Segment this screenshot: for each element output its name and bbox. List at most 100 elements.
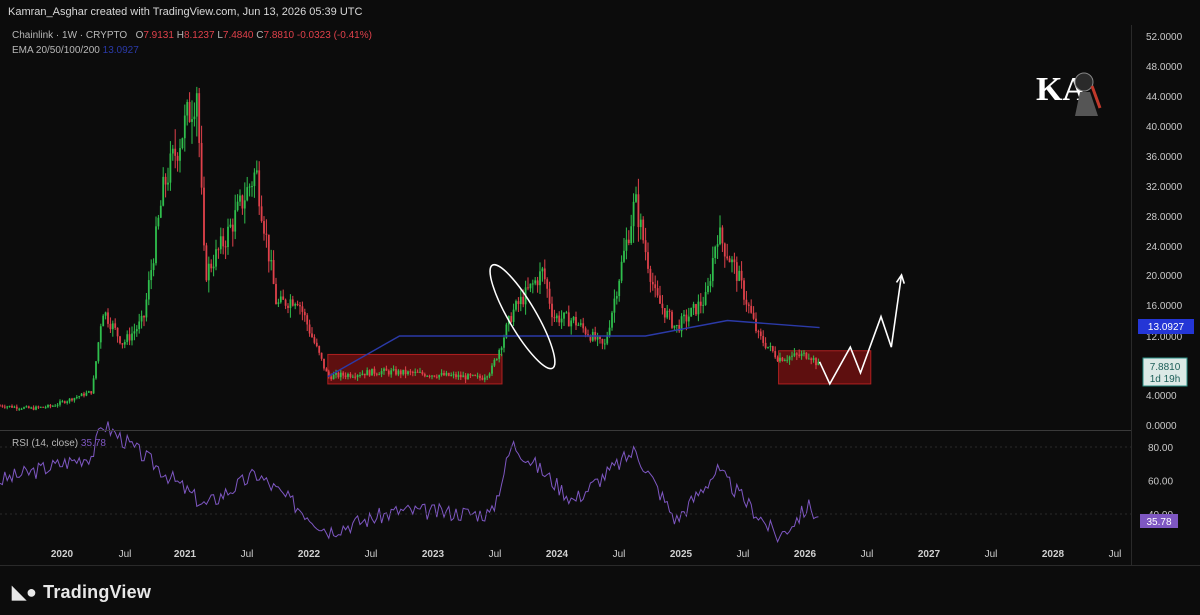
candle-body xyxy=(738,270,741,281)
candle-body xyxy=(515,301,517,310)
candle-body xyxy=(728,258,731,263)
symbol-legend[interactable]: Chainlink · 1W · CRYPTO O7.9131 H8.1237 … xyxy=(12,30,372,41)
candle-body xyxy=(265,233,268,235)
candle-body xyxy=(380,371,383,375)
candle-body xyxy=(503,337,505,348)
candle-body xyxy=(78,396,81,398)
candle-body xyxy=(767,346,769,348)
candle-body xyxy=(577,324,580,326)
tradingview-logo[interactable]: ◣● TradingView xyxy=(12,582,151,603)
time-tick-label: Jul xyxy=(119,549,132,560)
candle-body xyxy=(6,406,9,408)
candle-body xyxy=(311,333,313,338)
candle-body xyxy=(32,407,35,410)
candle-body xyxy=(529,283,532,289)
candle-body xyxy=(414,371,417,373)
candle-body xyxy=(582,323,585,329)
candle-body xyxy=(752,312,755,319)
candle-body xyxy=(356,375,359,378)
candle-body xyxy=(80,393,83,397)
candle-body xyxy=(217,249,220,251)
candle-body xyxy=(325,368,328,372)
candle-body xyxy=(416,371,419,373)
candle-body xyxy=(714,246,717,259)
candle-body xyxy=(740,270,743,281)
candle-body xyxy=(330,376,333,380)
candle-body xyxy=(140,315,143,322)
ema-legend[interactable]: EMA 20/50/100/200 13.0927 xyxy=(12,45,139,56)
candle-body xyxy=(397,370,400,375)
candle-body xyxy=(438,374,441,378)
candle-body xyxy=(567,312,570,327)
candle-body xyxy=(771,346,774,352)
candle-body xyxy=(733,259,736,263)
candle-body xyxy=(639,219,642,228)
price-chart[interactable]: 52.0000 48.0000 44.0000 40.0000 36.0000 32.00… xyxy=(0,0,1200,615)
time-tick-label: 2021 xyxy=(174,549,197,560)
candle-body xyxy=(176,155,179,161)
high-label: H xyxy=(176,30,184,41)
candle-body xyxy=(366,370,369,376)
candle-body xyxy=(219,236,222,250)
candle-body xyxy=(618,280,621,297)
candle-body xyxy=(575,316,577,326)
candle-body xyxy=(373,368,376,374)
candle-body xyxy=(385,368,388,371)
candle-body xyxy=(193,116,196,120)
candle-body xyxy=(428,375,431,377)
rsi-legend[interactable]: RSI (14, close) 35.78 xyxy=(12,438,106,449)
candle-body xyxy=(25,406,28,408)
candle-body xyxy=(248,186,251,188)
ema-badge: 13.0927 xyxy=(1138,319,1194,334)
candle-body xyxy=(44,407,47,409)
candle-body xyxy=(347,373,349,377)
candle-body xyxy=(543,268,546,280)
candle-body xyxy=(649,268,652,282)
candle-body xyxy=(323,358,325,369)
candle-body xyxy=(188,102,191,122)
candle-body xyxy=(241,195,244,209)
candle-body xyxy=(313,337,316,343)
candle-body xyxy=(815,358,817,366)
candle-body xyxy=(800,353,803,356)
candle-body xyxy=(147,280,150,300)
candle-body xyxy=(111,323,114,330)
candle-body xyxy=(164,176,167,185)
candle-body xyxy=(284,299,287,306)
candle-body xyxy=(18,408,21,410)
candle-body xyxy=(769,346,772,348)
candle-body xyxy=(332,374,335,380)
candle-body xyxy=(651,281,654,285)
candle-body xyxy=(457,374,460,378)
candle-body xyxy=(107,312,109,324)
candle-body xyxy=(476,375,479,377)
candle-body xyxy=(128,334,131,341)
candle-body xyxy=(279,296,282,303)
candle-body xyxy=(409,371,412,373)
candle-body xyxy=(229,224,232,227)
candle-body xyxy=(359,375,361,377)
candle-body xyxy=(277,302,280,305)
candle-body xyxy=(690,307,693,317)
candle-body xyxy=(704,291,707,305)
candle-body xyxy=(63,401,66,403)
candle-body xyxy=(320,352,323,359)
candle-body xyxy=(625,239,628,251)
candle-body xyxy=(695,304,697,315)
candle-body xyxy=(548,288,551,304)
close-value: 7.8810 xyxy=(263,30,295,41)
candle-body xyxy=(289,299,292,308)
rsi-value: 35.78 xyxy=(80,438,106,449)
candle-body xyxy=(27,406,30,409)
candle-body xyxy=(303,311,306,316)
candle-body xyxy=(431,375,433,377)
candle-body xyxy=(239,195,241,202)
candle-body xyxy=(498,350,501,359)
candle-body xyxy=(440,373,443,375)
candle-body xyxy=(611,312,613,328)
candle-body xyxy=(632,201,635,227)
candle-body xyxy=(212,266,215,269)
candle-body xyxy=(707,285,709,292)
symbol-name: Chainlink · 1W · CRYPTO xyxy=(12,30,128,41)
candle-body xyxy=(3,406,6,408)
